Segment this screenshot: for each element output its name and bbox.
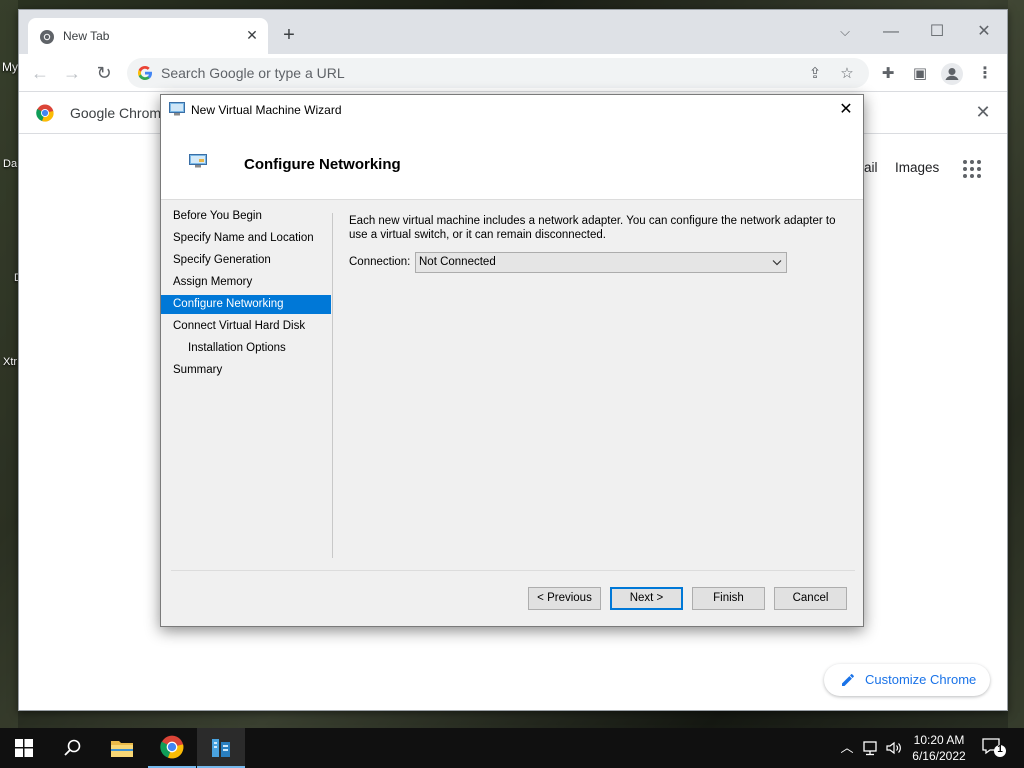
hyperv-icon [212,739,230,757]
bookmark-star-icon[interactable]: ☆ [837,64,857,84]
connection-selected-value: Not Connected [419,256,496,268]
notification-count-badge: 1 [997,744,1003,755]
volume-icon[interactable] [885,739,903,757]
close-window-button[interactable]: ✕ [969,18,999,46]
omnibox[interactable]: ⇪ ☆ [127,58,869,88]
tab-search-icon[interactable]: ⌵ [830,18,860,46]
forward-arrow-icon[interactable]: → [60,61,84,85]
back-arrow-icon[interactable]: ← [28,61,52,85]
nav-divider [332,213,333,558]
clock-time: 10:20 AM [913,733,965,747]
clock-date: 6/16/2022 [912,749,966,763]
minimize-button[interactable]: — [876,18,906,46]
footer-divider [171,570,855,571]
system-clock[interactable]: 10:20 AM 6/16/2022 [906,732,972,764]
tab-new-tab[interactable]: New Tab ✕ [28,18,268,54]
address-input[interactable] [161,63,761,83]
profile-avatar-icon[interactable] [941,63,963,85]
dialog-title: New Virtual Machine Wizard [191,103,342,117]
desktop-icon-label[interactable]: Xtr [3,356,17,368]
dialog-titlebar: New Virtual Machine Wizard ✕ [161,95,863,125]
windows-logo-icon [15,739,33,757]
wizard-content: Each new virtual machine includes a netw… [349,215,849,273]
search-icon [64,739,81,756]
chrome-taskbar-button[interactable] [148,728,196,768]
desktop-texture [1008,0,1024,728]
file-explorer-taskbar-button[interactable] [98,728,146,768]
step-specify-name-and-location[interactable]: Specify Name and Location [161,229,331,248]
toolbar: ← → ↻ ⇪ ☆ ✚ ▣ ⋮ [19,54,1007,92]
chrome-logo-icon [160,735,184,759]
action-center-button[interactable]: 1 [980,736,1008,760]
network-adapter-icon [189,154,207,168]
desktop-icon-label[interactable]: Da [3,158,17,170]
customize-chrome-label: Customize Chrome [865,672,977,687]
share-icon[interactable]: ⇪ [805,64,825,84]
step-installation-options[interactable]: Installation Options [161,339,331,358]
show-hidden-icons-chevron-icon[interactable]: ︿ [838,739,856,757]
close-infobar-icon[interactable]: ✕ [973,102,993,122]
previous-button[interactable]: < Previous [528,587,601,610]
side-panel-icon[interactable]: ▣ [909,63,931,85]
finish-button[interactable]: Finish [692,587,765,610]
pencil-icon [842,674,854,686]
step-configure-networking[interactable]: Configure Networking [161,295,331,314]
page-title: Configure Networking [244,156,401,173]
close-tab-icon[interactable]: ✕ [244,27,260,43]
reload-icon[interactable]: ↻ [92,61,116,85]
extensions-icon[interactable]: ✚ [877,63,899,85]
new-tab-button[interactable]: + [277,24,301,48]
infobar-text: Google Chrome [70,105,169,121]
start-button[interactable] [0,728,48,768]
step-summary[interactable]: Summary [161,361,331,380]
chevron-down-icon [772,260,782,266]
step-before-you-begin[interactable]: Before You Begin [161,207,331,226]
virtual-machine-icon [169,102,185,116]
close-dialog-icon[interactable]: ✕ [833,99,859,121]
google-apps-icon[interactable] [963,160,981,178]
tab-strip: New Tab ✕ + ⌵ — ☐ ✕ [19,10,1007,54]
folder-icon [111,741,133,757]
tab-title: New Tab [63,29,110,43]
menu-kebab-icon[interactable]: ⋮ [974,63,996,85]
taskbar: ︿ 10:20 AM 6/16/2022 1 [0,728,1024,768]
step-connect-virtual-hard-disk[interactable]: Connect Virtual Hard Disk [161,317,331,336]
cancel-button[interactable]: Cancel [774,587,847,610]
desktop-icon-label[interactable]: My [2,60,18,74]
step-assign-memory[interactable]: Assign Memory [161,273,331,292]
connection-label: Connection: [349,256,411,268]
google-g-icon [138,66,152,80]
images-link[interactable]: Images [895,160,939,175]
network-icon[interactable] [862,739,880,757]
new-vm-wizard-dialog: New Virtual Machine Wizard ✕ Configure N… [160,94,864,627]
hyperv-manager-taskbar-button[interactable] [197,728,245,768]
wizard-header: Configure Networking [161,125,863,200]
networking-description: Each new virtual machine includes a netw… [349,215,836,241]
gmail-link[interactable]: ail [864,160,878,175]
customize-chrome-button[interactable]: Customize Chrome [824,664,990,696]
person-icon [945,68,959,80]
search-button[interactable] [48,728,96,768]
connection-dropdown[interactable]: Not Connected [415,252,787,273]
chrome-logo-icon [36,104,54,122]
maximize-button[interactable]: ☐ [922,18,952,46]
next-button[interactable]: Next > [610,587,683,610]
wizard-steps-nav: Before You Begin Specify Name and Locati… [161,201,333,561]
step-specify-generation[interactable]: Specify Generation [161,251,331,270]
chrome-favicon-icon [40,30,54,44]
